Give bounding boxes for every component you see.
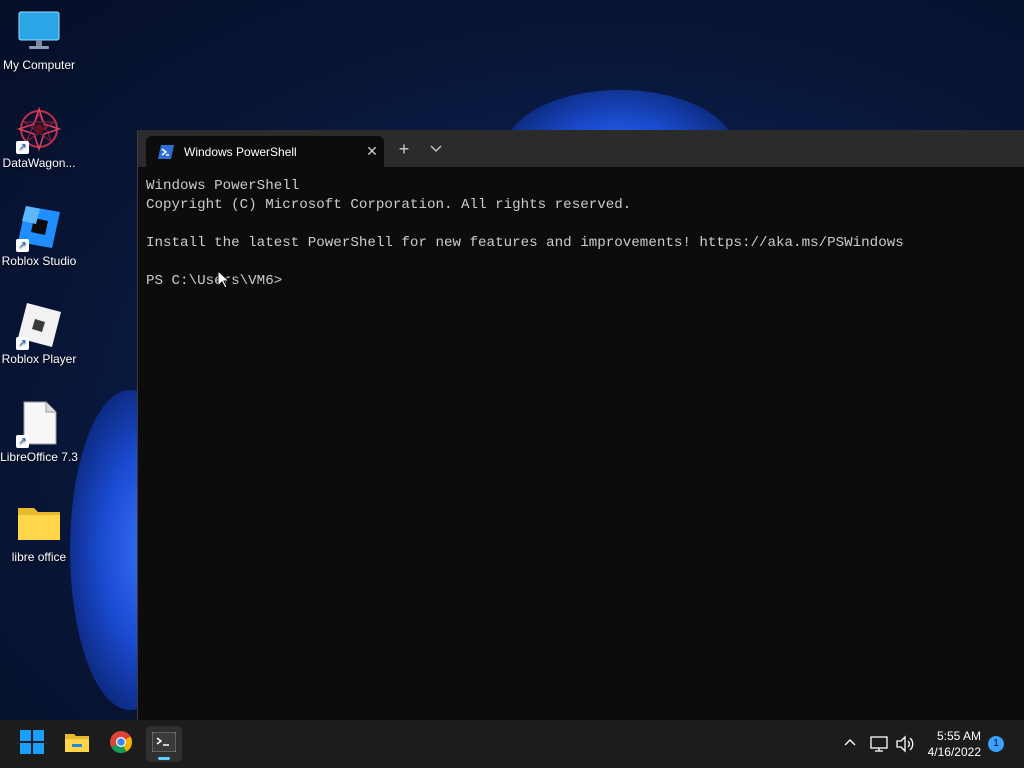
- start-icon: [20, 729, 44, 759]
- volume-icon[interactable]: [895, 720, 915, 768]
- close-tab-icon[interactable]: ✕: [360, 143, 384, 160]
- new-tab-button[interactable]: +: [394, 139, 414, 160]
- mouse-cursor-icon: [217, 269, 231, 289]
- desktop-icon-label: Roblox Studio: [1, 254, 77, 268]
- terminal-icon: [151, 731, 177, 757]
- desktop-icon-libre-office-folder[interactable]: libre office: [0, 500, 78, 564]
- terminal-window[interactable]: Windows PowerShell ✕ + Windows PowerShel…: [137, 130, 1024, 720]
- shortcut-arrow-icon: ↗: [16, 435, 29, 448]
- shortcut-arrow-icon: ↗: [16, 337, 29, 350]
- tab-windows-powershell[interactable]: Windows PowerShell ✕: [146, 136, 384, 167]
- clock-date: 4/16/2022: [927, 745, 981, 759]
- console-output[interactable]: Windows PowerShell Copyright (C) Microsof…: [138, 167, 1024, 301]
- console-line: Windows PowerShell: [146, 178, 300, 194]
- desktop-icon-roblox-player[interactable]: ↗ Roblox Player: [0, 302, 78, 366]
- desktop-icon-label: DataWagon...: [2, 156, 76, 170]
- desktop-icon-label: LibreOffice 7.3: [0, 450, 78, 464]
- start-button[interactable]: [14, 726, 50, 762]
- taskbar-chrome[interactable]: [103, 726, 139, 762]
- roblox-player-icon: ↗: [16, 302, 62, 350]
- chrome-icon: [109, 730, 133, 759]
- libreoffice-icon: ↗: [16, 400, 62, 448]
- desktop-icon-label: My Computer: [2, 58, 76, 72]
- active-indicator: [158, 757, 170, 760]
- prompt-line: PS C:\Users\VM6>: [146, 273, 283, 289]
- file-explorer-icon: [64, 731, 90, 758]
- desktop-icon-libreoffice[interactable]: ↗ LibreOffice 7.3: [0, 400, 78, 464]
- taskbar: 5:55 AM 4/16/2022: [0, 720, 1024, 768]
- powershell-icon: [158, 144, 174, 159]
- console-line: Install the latest PowerShell for new fe…: [146, 235, 904, 251]
- shortcut-arrow-icon: ↗: [16, 141, 29, 154]
- desktop-icon-my-computer[interactable]: My Computer: [0, 8, 78, 72]
- desktop-icon-label: libre office: [11, 550, 67, 564]
- desktop-icon-label: Roblox Player: [1, 352, 77, 366]
- network-icon[interactable]: [870, 720, 890, 768]
- taskbar-terminal[interactable]: [146, 726, 182, 762]
- notification-badge[interactable]: 1: [988, 736, 1004, 752]
- desktop-icon-datawagon[interactable]: ↗ DataWagon...: [0, 106, 78, 170]
- clock-time: 5:55 AM: [936, 729, 981, 743]
- desktop-icon-roblox-studio[interactable]: ↗ Roblox Studio: [0, 204, 78, 268]
- roblox-studio-icon: ↗: [16, 204, 62, 252]
- terminal-titlebar[interactable]: Windows PowerShell ✕ +: [138, 130, 1024, 167]
- shortcut-arrow-icon: ↗: [16, 239, 29, 252]
- chevron-up-icon: [842, 734, 858, 755]
- console-line: Copyright (C) Microsoft Corporation. All…: [146, 197, 632, 213]
- monitor-icon: [16, 8, 62, 54]
- folder-icon: [16, 500, 62, 546]
- show-hidden-icons-button[interactable]: [842, 720, 858, 768]
- taskbar-file-explorer[interactable]: [59, 726, 95, 762]
- chevron-down-icon[interactable]: [428, 140, 444, 156]
- datawagon-icon: ↗: [16, 106, 62, 154]
- tab-title: Windows PowerShell: [184, 144, 297, 159]
- taskbar-clock[interactable]: 5:55 AM 4/16/2022: [928, 728, 981, 760]
